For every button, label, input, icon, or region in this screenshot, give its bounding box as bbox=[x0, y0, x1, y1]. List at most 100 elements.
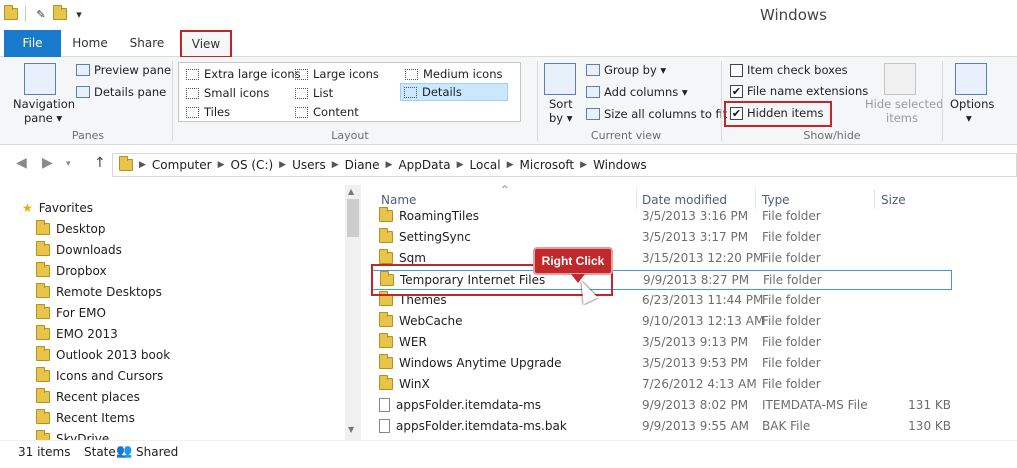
nav-item[interactable]: Outlook 2013 book bbox=[36, 346, 170, 364]
details-icon bbox=[404, 86, 417, 98]
navigation-pane-dropdown[interactable]: pane ▾ bbox=[24, 111, 62, 125]
details-pane-button[interactable]: Details pane bbox=[76, 85, 166, 99]
breadcrumb-separator-icon[interactable]: ▶ bbox=[507, 160, 514, 170]
sort-by-dropdown[interactable]: by ▾ bbox=[549, 111, 573, 125]
nav-item[interactable]: Remote Desktops bbox=[36, 283, 162, 301]
layout-list[interactable]: List bbox=[292, 84, 336, 102]
item-check-boxes-checkbox[interactable] bbox=[730, 63, 743, 77]
file-type: File folder bbox=[762, 335, 821, 349]
up-icon[interactable]: ↑ bbox=[94, 155, 106, 171]
breadcrumb-separator-icon[interactable]: ▶ bbox=[457, 160, 464, 170]
nav-item[interactable]: EMO 2013 bbox=[36, 325, 118, 343]
file-name-extensions-toggle[interactable]: ✔ File name extensions bbox=[730, 84, 868, 98]
new-folder-icon[interactable] bbox=[53, 5, 67, 20]
nav-favorites-header[interactable]: ★ Favorites bbox=[22, 199, 93, 217]
table-row[interactable]: WinX 7/26/2012 4:13 AM File folder bbox=[371, 375, 951, 395]
column-header-date-modified[interactable]: Date modified bbox=[642, 193, 727, 207]
column-header-size[interactable]: Size bbox=[881, 193, 906, 207]
date-modified: 3/5/2013 9:13 PM bbox=[642, 335, 749, 349]
breadcrumb-item[interactable]: OS (C:) bbox=[231, 158, 274, 172]
table-row[interactable]: SettingSync 3/5/2013 3:17 PM File folder bbox=[371, 228, 951, 248]
breadcrumb-item[interactable]: Users bbox=[292, 158, 326, 172]
layout-content[interactable]: Content bbox=[292, 103, 362, 121]
options-icon[interactable] bbox=[955, 63, 987, 95]
breadcrumb-separator-icon[interactable]: ▶ bbox=[139, 160, 146, 170]
folder-icon bbox=[36, 283, 50, 298]
navigation-pane-button[interactable]: Navigation bbox=[13, 97, 75, 111]
file-type: File folder bbox=[762, 251, 821, 265]
back-icon[interactable]: ◀ bbox=[16, 155, 27, 171]
address-bar[interactable]: ▶ Computer ▶ OS (C:) ▶ Users ▶ Diane ▶ AppData ▶ Lo… bbox=[112, 153, 1017, 177]
shared-users-icon: 👥 bbox=[116, 444, 133, 459]
file-type: File folder bbox=[762, 230, 821, 244]
folder-icon bbox=[36, 346, 50, 361]
nav-item[interactable]: Dropbox bbox=[36, 262, 107, 280]
breadcrumb-item[interactable]: Diane bbox=[345, 158, 380, 172]
file-list: Name ^ Date modified Type Size RoamingTi… bbox=[361, 185, 1017, 440]
folder-icon bbox=[379, 354, 393, 369]
navigation-pane-scrollbar[interactable]: ▲ ▼ bbox=[345, 185, 361, 440]
nav-item[interactable]: Recent places bbox=[36, 388, 140, 406]
breadcrumb-separator-icon[interactable]: ▶ bbox=[279, 160, 286, 170]
size-all-columns-button[interactable]: Size all columns to fit bbox=[586, 107, 727, 121]
layout-large-icons[interactable]: Large icons bbox=[292, 65, 382, 83]
nav-item[interactable]: Recent Items bbox=[36, 409, 135, 427]
layout-medium-icons[interactable]: Medium icons bbox=[402, 65, 505, 83]
breadcrumb-item[interactable]: Local bbox=[470, 158, 501, 172]
nav-item[interactable]: SkyDrive bbox=[36, 430, 109, 440]
customize-toolbar-icon[interactable]: ▾ bbox=[71, 6, 87, 22]
item-check-boxes-toggle[interactable]: Item check boxes bbox=[730, 63, 848, 77]
tab-view[interactable]: View bbox=[180, 30, 232, 58]
table-row[interactable]: appsFolder.itemdata-ms 9/9/2013 8:02 PM IT… bbox=[371, 396, 951, 416]
tab-file[interactable]: File bbox=[4, 30, 61, 57]
add-columns-button[interactable]: Add columns ▾ bbox=[586, 85, 688, 99]
tab-home[interactable]: Home bbox=[62, 30, 118, 57]
nav-item-label: Recent places bbox=[56, 390, 140, 404]
options-dropdown[interactable]: ▾ bbox=[966, 111, 972, 125]
sort-by-icon[interactable] bbox=[544, 63, 576, 95]
scrollbar-thumb[interactable] bbox=[347, 199, 359, 237]
tab-share[interactable]: Share bbox=[118, 30, 176, 57]
navigation-pane-icon[interactable] bbox=[24, 63, 56, 95]
table-row[interactable]: RoamingTiles 3/5/2013 3:16 PM File folder bbox=[371, 207, 951, 227]
table-row[interactable]: WER 3/5/2013 9:13 PM File folder bbox=[371, 333, 951, 353]
nav-item[interactable]: Desktop bbox=[36, 220, 106, 238]
hide-selected-items-icon[interactable] bbox=[884, 63, 916, 95]
table-row[interactable]: WebCache 9/10/2013 12:13 AM File folder bbox=[371, 312, 951, 332]
column-header-type[interactable]: Type bbox=[762, 193, 790, 207]
file-name: WinX bbox=[399, 377, 430, 391]
layout-tiles[interactable]: Tiles bbox=[183, 103, 233, 121]
file-name-cell: SettingSync bbox=[379, 228, 471, 244]
breadcrumb-item[interactable]: AppData bbox=[398, 158, 450, 172]
file-name: WER bbox=[399, 335, 427, 349]
breadcrumb-separator-icon[interactable]: ▶ bbox=[332, 160, 339, 170]
nav-item[interactable]: Downloads bbox=[36, 241, 122, 259]
hide-selected-items-button[interactable]: Hide selected bbox=[865, 97, 943, 111]
breadcrumb-item[interactable]: Windows bbox=[593, 158, 647, 172]
forward-icon[interactable]: ▶ bbox=[42, 155, 53, 171]
status-bar: 31 items State: 👥 Shared bbox=[0, 440, 1017, 468]
breadcrumb-separator-icon[interactable]: ▶ bbox=[580, 160, 587, 170]
recent-locations-icon[interactable]: ▾ bbox=[66, 159, 71, 169]
nav-item[interactable]: For EMO bbox=[36, 304, 106, 322]
nav-item[interactable]: Icons and Cursors bbox=[36, 367, 163, 385]
sort-by-button[interactable]: Sort bbox=[549, 97, 573, 111]
scroll-down-icon[interactable]: ▼ bbox=[348, 425, 354, 434]
layout-details[interactable]: Details bbox=[400, 83, 508, 101]
breadcrumb-item[interactable]: Computer bbox=[152, 158, 212, 172]
properties-icon[interactable]: ✎ bbox=[33, 6, 49, 22]
column-header-name[interactable]: Name bbox=[381, 193, 416, 207]
file-name-extensions-checkbox[interactable]: ✔ bbox=[730, 84, 743, 98]
options-button[interactable]: Options bbox=[950, 97, 994, 111]
scroll-up-icon[interactable]: ▲ bbox=[348, 187, 354, 196]
state-value: Shared bbox=[136, 445, 179, 459]
breadcrumb-separator-icon[interactable]: ▶ bbox=[218, 160, 225, 170]
preview-pane-button[interactable]: Preview pane bbox=[76, 63, 171, 77]
breadcrumb-separator-icon[interactable]: ▶ bbox=[386, 160, 393, 170]
layout-extra-large-icons[interactable]: Extra large icons bbox=[183, 65, 304, 83]
table-row[interactable]: appsFolder.itemdata-ms.bak 9/9/2013 9:55 … bbox=[371, 417, 951, 437]
breadcrumb-item[interactable]: Microsoft bbox=[520, 158, 575, 172]
layout-small-icons[interactable]: Small icons bbox=[183, 84, 272, 102]
group-by-button[interactable]: Group by ▾ bbox=[586, 63, 666, 77]
table-row[interactable]: Windows Anytime Upgrade 3/5/2013 9:53 PM F… bbox=[371, 354, 951, 374]
